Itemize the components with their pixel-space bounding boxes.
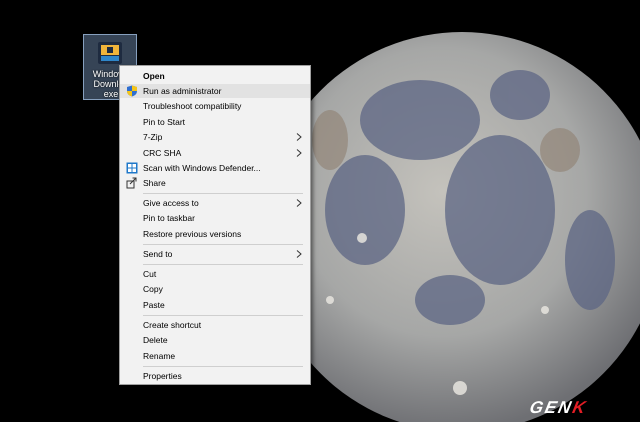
menu-separator xyxy=(143,315,303,316)
menu-item-label: Cut xyxy=(143,269,157,279)
menu-item-rename[interactable]: Rename xyxy=(120,349,310,363)
genk-watermark-logo: GENK xyxy=(527,398,589,417)
menu-item-label: 7-Zip xyxy=(143,132,163,142)
menu-item-open[interactable]: Open xyxy=(120,69,310,83)
menu-item-share[interactable]: Share xyxy=(120,176,310,190)
menu-item-label: Copy xyxy=(143,284,163,294)
menu-item-label: Pin to Start xyxy=(143,117,186,127)
menu-item-paste[interactable]: Paste xyxy=(120,298,310,312)
menu-item-label: Troubleshoot compatibility xyxy=(143,101,242,111)
chevron-right-icon xyxy=(296,199,302,207)
menu-item-delete[interactable]: Delete xyxy=(120,333,310,347)
menu-item-label: Restore previous versions xyxy=(143,229,242,239)
menu-item-label: Paste xyxy=(143,300,165,310)
menu-separator xyxy=(143,366,303,367)
chevron-right-icon xyxy=(296,149,302,157)
menu-item-properties[interactable]: Properties xyxy=(120,369,310,383)
menu-item-label: Share xyxy=(143,178,166,188)
menu-item-create-shortcut[interactable]: Create shortcut xyxy=(120,318,310,332)
menu-item-run-as-administrator[interactable]: Run as administrator xyxy=(120,84,310,98)
menu-item-label: Rename xyxy=(143,351,176,361)
menu-item-label: CRC SHA xyxy=(143,148,182,158)
menu-item-pin-to-start[interactable]: Pin to Start xyxy=(120,115,310,129)
menu-item-label: Create shortcut xyxy=(143,320,202,330)
menu-item-copy[interactable]: Copy xyxy=(120,282,310,296)
menu-item-troubleshoot-compatibility[interactable]: Troubleshoot compatibility xyxy=(120,99,310,113)
menu-item-give-access-to[interactable]: Give access to xyxy=(120,196,310,210)
menu-item-7zip[interactable]: 7-Zip xyxy=(120,130,310,144)
menu-item-crc-sha[interactable]: CRC SHA xyxy=(120,146,310,160)
menu-item-label: Delete xyxy=(143,335,168,345)
share-icon xyxy=(126,177,137,189)
windows-defender-icon xyxy=(126,162,138,174)
context-menu: Open Run as administrator Troubleshoot c… xyxy=(119,65,311,385)
menu-item-label: Pin to taskbar xyxy=(143,213,195,223)
menu-item-restore-previous-versions[interactable]: Restore previous versions xyxy=(120,227,310,241)
app-installer-icon xyxy=(98,42,122,64)
menu-item-label: Send to xyxy=(143,249,173,259)
chevron-right-icon xyxy=(296,250,302,258)
menu-item-cut[interactable]: Cut xyxy=(120,267,310,281)
logo-text-main: GEN xyxy=(527,398,575,417)
menu-item-label: Open xyxy=(143,71,165,81)
menu-separator xyxy=(143,193,303,194)
menu-item-scan-with-windows-defender[interactable]: Scan with Windows Defender... xyxy=(120,161,310,175)
menu-separator xyxy=(143,244,303,245)
menu-item-label: Properties xyxy=(143,371,182,381)
uac-shield-icon xyxy=(127,85,137,97)
menu-separator xyxy=(143,264,303,265)
menu-item-label: Scan with Windows Defender... xyxy=(143,163,261,173)
menu-item-pin-to-taskbar[interactable]: Pin to taskbar xyxy=(120,211,310,225)
chevron-right-icon xyxy=(296,133,302,141)
menu-item-send-to[interactable]: Send to xyxy=(120,247,310,261)
menu-item-label: Run as administrator xyxy=(143,86,222,96)
menu-item-label: Give access to xyxy=(143,198,199,208)
